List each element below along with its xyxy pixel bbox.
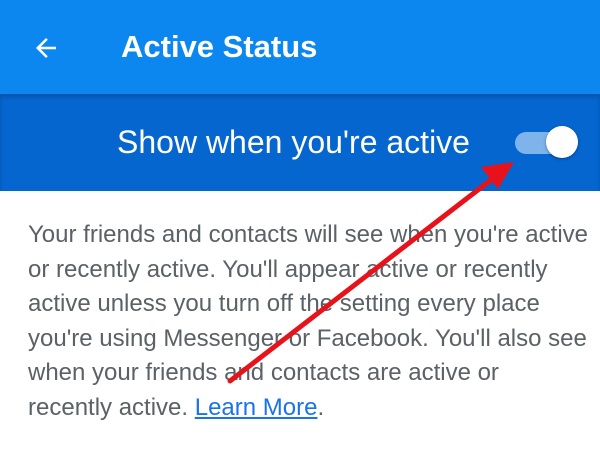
learn-more-link[interactable]: Learn More — [195, 394, 318, 421]
page-title: Active Status — [121, 29, 318, 64]
app-bar: Active Status — [0, 0, 600, 94]
active-status-screen: Active Status Show when you're active Yo… — [0, 0, 600, 455]
arrow-back-icon — [36, 38, 56, 58]
description-text: Your friends and contacts will see when … — [28, 218, 588, 425]
active-status-toggle-row[interactable]: Show when you're active — [0, 94, 600, 191]
back-button[interactable] — [22, 24, 70, 72]
description-body: Your friends and contacts will see when … — [28, 221, 589, 421]
active-status-switch[interactable] — [512, 126, 578, 160]
toggle-label: Show when you're active — [117, 124, 470, 160]
switch-thumb — [546, 126, 578, 158]
description-trailing: . — [317, 393, 325, 421]
